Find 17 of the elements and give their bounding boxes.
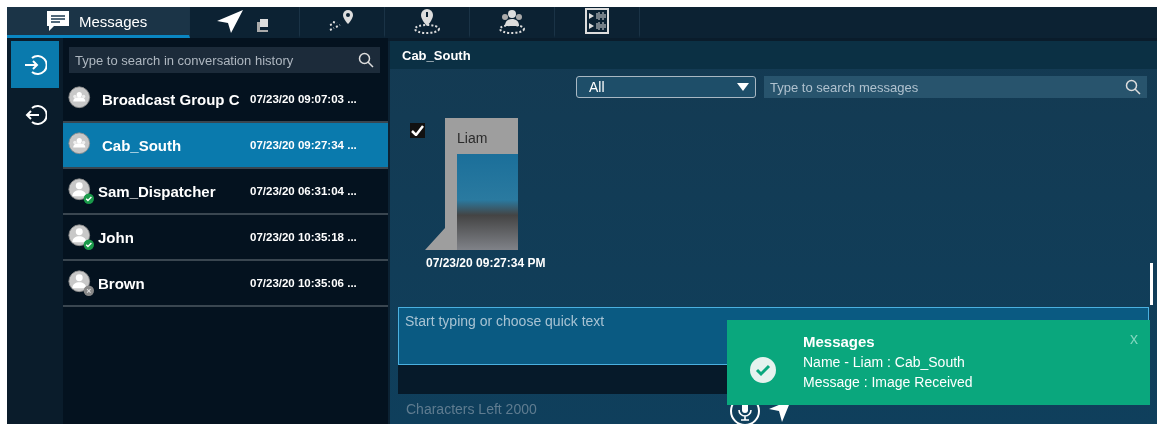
conversation-name: John — [98, 228, 135, 246]
chat-title: Cab_South — [402, 47, 471, 63]
conversation-time: 07/23/20 10:35:18 ... — [250, 231, 357, 243]
notification-title: Messages — [803, 333, 876, 350]
notification-text: Name - Liam : Cab_South — [803, 354, 966, 370]
sender-name: Liam — [457, 130, 489, 146]
conversation-time: 07/23/20 10:35:06 ... — [250, 277, 357, 289]
conversation-name: Cab_South — [102, 136, 183, 154]
notification-text: Message : Image Received — [803, 374, 974, 390]
characters-left-text: Characters Left 2000 — [406, 401, 537, 417]
conversation-name: Brown — [98, 274, 146, 292]
conversation-name: Broadcast Group C — [102, 90, 241, 108]
conversation-time: 07/23/20 09:07:03 ... — [250, 93, 357, 105]
conversation-name: Sam_Dispatcher — [98, 182, 217, 200]
message-time: 07/23/20 09:27:34 PM — [426, 256, 547, 270]
conversation-time: 07/23/20 09:27:34 ... — [250, 139, 357, 151]
conversation-time: 07/23/20 06:31:04 ... — [250, 185, 357, 197]
